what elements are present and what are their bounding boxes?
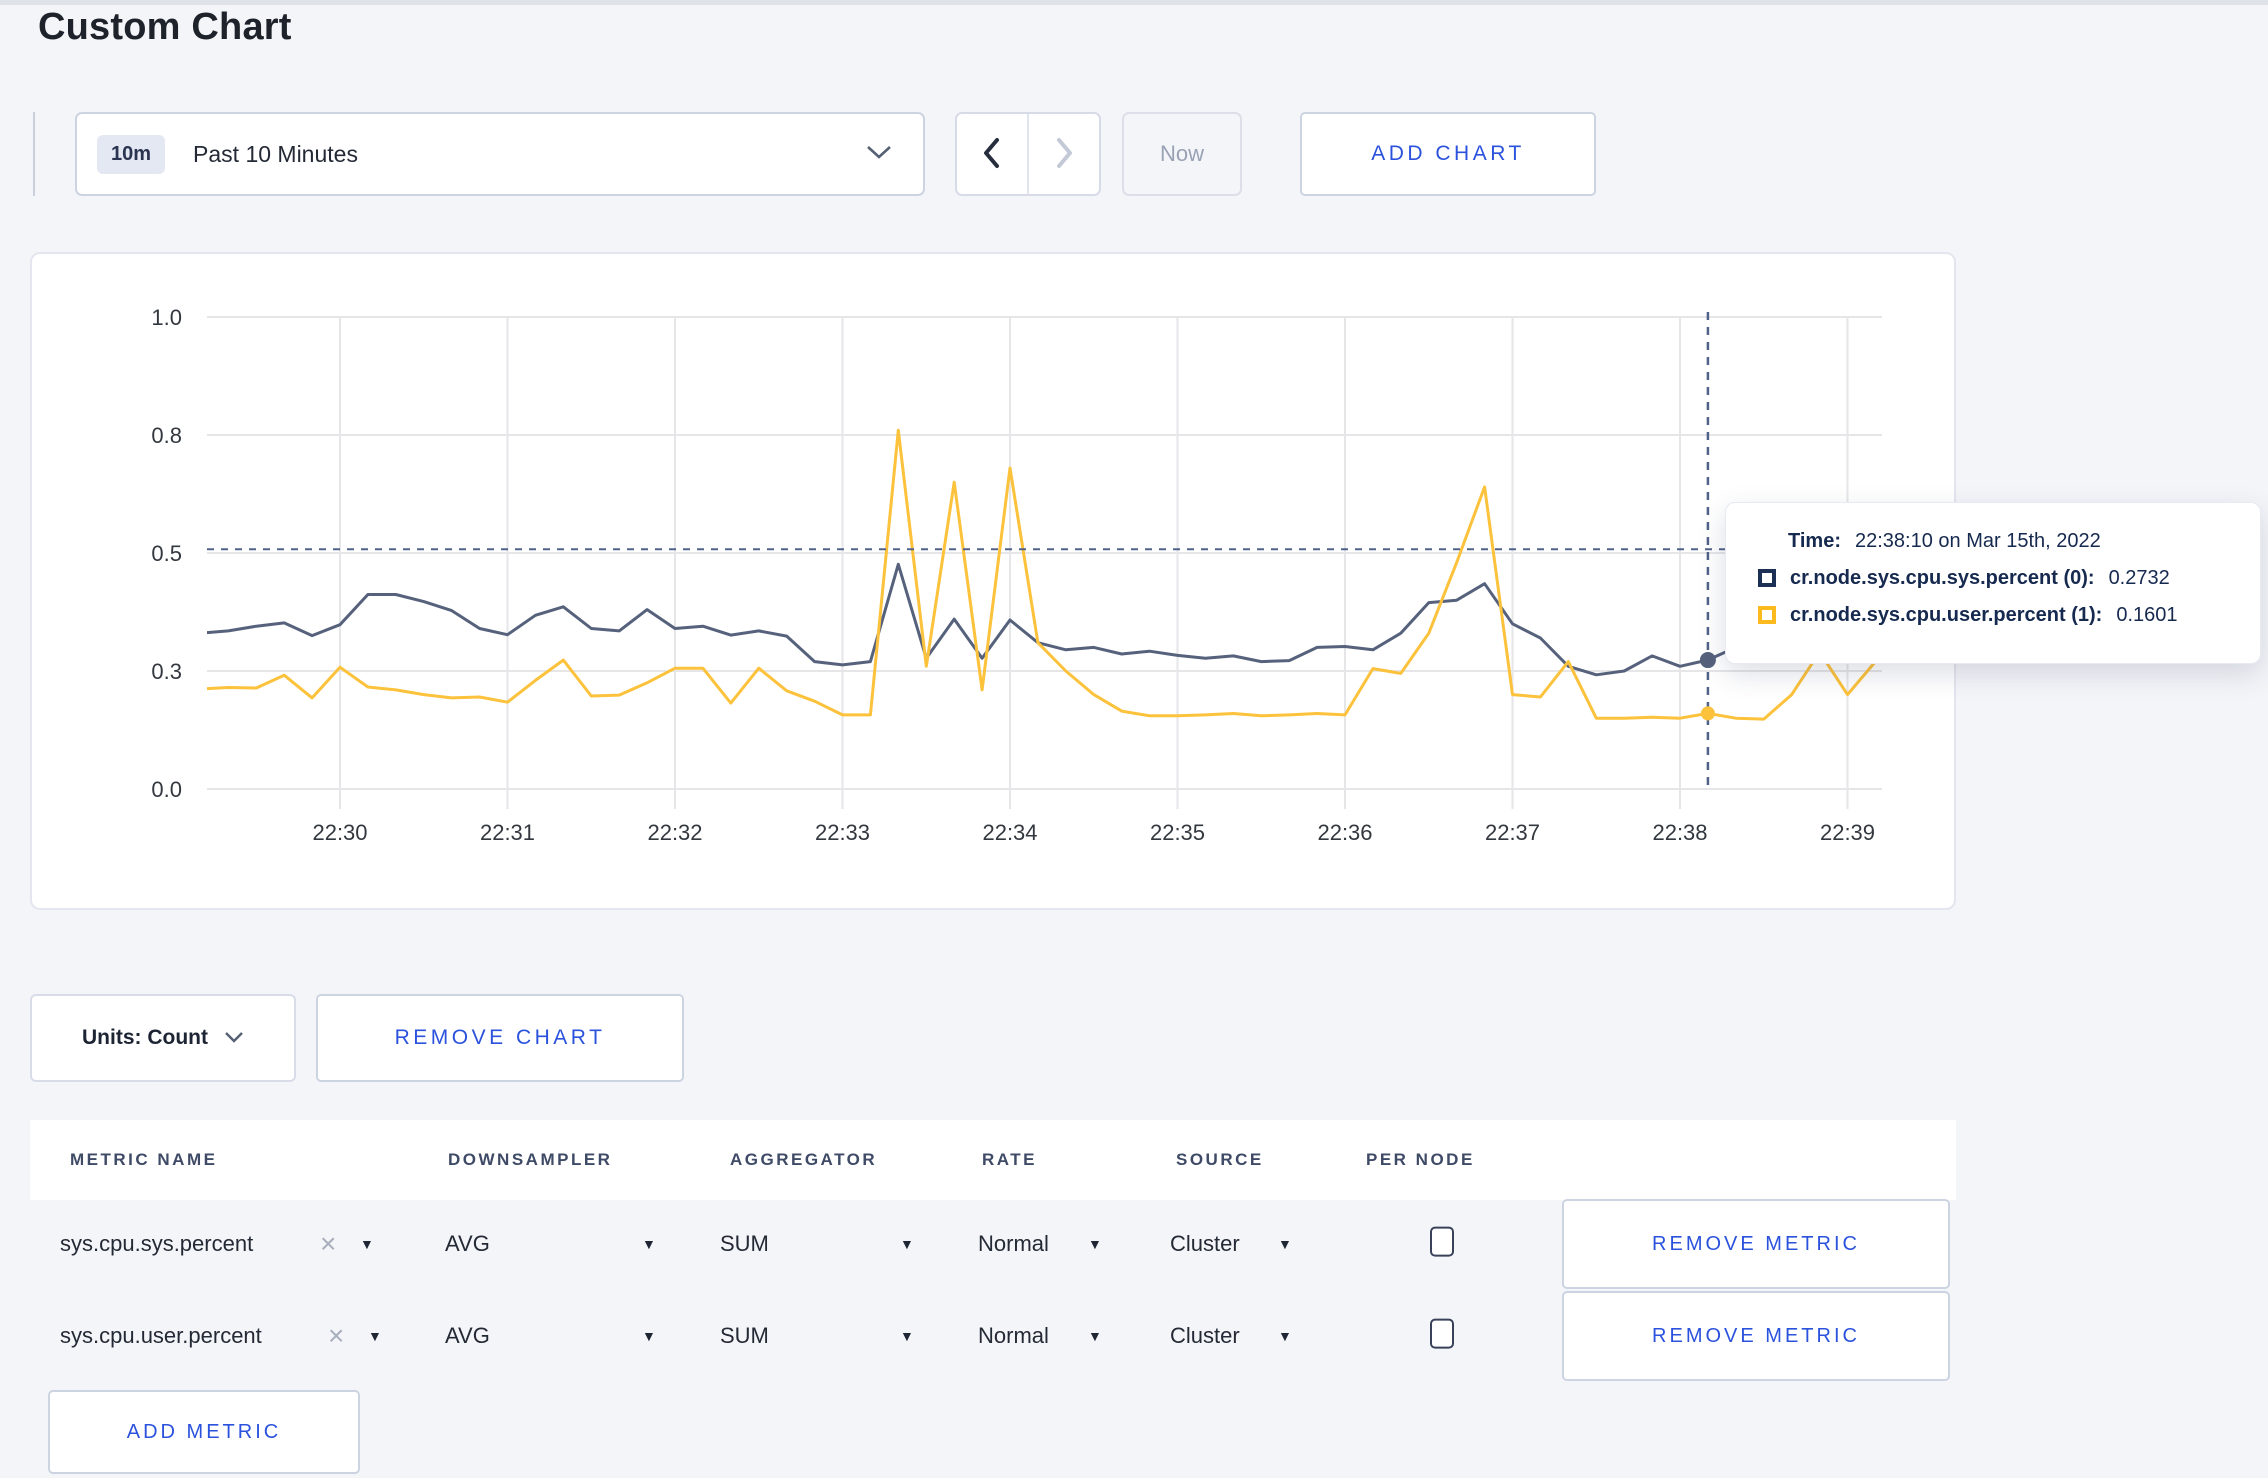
- x-tick-label: 22:32: [647, 820, 702, 845]
- x-tick-label: 22:33: [815, 820, 870, 845]
- add-chart-button[interactable]: ADD CHART: [1300, 112, 1596, 196]
- units-select[interactable]: Units: Count: [30, 994, 296, 1082]
- highlight-dot-0: [1699, 652, 1716, 669]
- time-window-label: Past 10 Minutes: [193, 140, 358, 167]
- y-tick-label: 0.8: [151, 423, 182, 448]
- aggregator-select[interactable]: SUM: [720, 1231, 769, 1257]
- chart-card: 0.0 0.3 0.5 0.8 1.0 22:30 22:31 22:32 22:33 22:34…: [30, 252, 1956, 910]
- dropdown-arrow-icon: ▼: [360, 1236, 374, 1252]
- time-forward-button[interactable]: [1027, 114, 1099, 194]
- y-tick-label: 0.5: [151, 541, 182, 566]
- remove-metric-button[interactable]: REMOVE METRIC: [1562, 1291, 1950, 1381]
- per-node-checkbox[interactable]: [1430, 1318, 1454, 1349]
- x-tick-label: 22:34: [982, 820, 1037, 845]
- remove-metric-button[interactable]: REMOVE METRIC: [1562, 1199, 1950, 1289]
- chevron-down-icon: [224, 1026, 244, 1050]
- chevron-down-icon: [865, 143, 893, 166]
- toolbar-divider: [33, 112, 35, 196]
- remove-chart-button[interactable]: REMOVE CHART: [316, 994, 684, 1082]
- tooltip-time-label: Time:: [1788, 530, 1841, 552]
- x-tick-label: 22:31: [480, 820, 535, 845]
- downsampler-select[interactable]: AVG: [445, 1231, 490, 1257]
- col-header-downsampler: DOWNSAMPLER: [448, 1150, 613, 1169]
- source-select[interactable]: Cluster: [1170, 1323, 1240, 1349]
- dropdown-arrow-icon: ▼: [642, 1236, 656, 1252]
- chevron-left-icon: [980, 136, 1004, 173]
- tooltip-time-row: Time: 22:38:10 on Mar 15th, 2022: [1758, 529, 2230, 553]
- user-series-swatch-icon: [1758, 606, 1776, 624]
- metric-row: sys.cpu.sys.percent × ▼ AVG ▼ SUM ▼ Norm…: [30, 1198, 1956, 1290]
- page-title: Custom Chart: [38, 6, 292, 48]
- per-node-checkbox[interactable]: [1430, 1226, 1454, 1257]
- chart-tooltip: Time: 22:38:10 on Mar 15th, 2022 cr.node…: [1725, 502, 2261, 664]
- tooltip-time-value: 22:38:10 on Mar 15th, 2022: [1854, 530, 2101, 552]
- time-backward-button[interactable]: [957, 114, 1027, 194]
- dropdown-arrow-icon: ▼: [1278, 1328, 1292, 1344]
- y-tick-label: 0.3: [151, 659, 182, 684]
- time-window-select[interactable]: 10m Past 10 Minutes: [75, 112, 925, 196]
- tooltip-series-value: 0.2732: [2108, 567, 2170, 589]
- add-metric-button[interactable]: ADD METRIC: [48, 1390, 360, 1474]
- highlight-dot-1: [1700, 706, 1715, 721]
- rate-select[interactable]: Normal: [978, 1323, 1049, 1349]
- line-chart[interactable]: 0.0 0.3 0.5 0.8 1.0 22:30 22:31 22:32 22:33 22:34…: [32, 254, 1954, 908]
- x-tick-label: 22:35: [1150, 820, 1205, 845]
- col-header-source: SOURCE: [1176, 1150, 1264, 1169]
- dropdown-arrow-icon: ▼: [1088, 1328, 1102, 1344]
- series-line-1: [207, 428, 1877, 721]
- series-group: [207, 428, 1877, 721]
- custom-chart-page: Custom Chart 10m Past 10 Minutes Now ADD…: [0, 0, 2268, 1478]
- metric-name-select[interactable]: sys.cpu.sys.percent: [60, 1231, 253, 1257]
- x-tick-label: 22:36: [1317, 820, 1372, 845]
- now-button[interactable]: Now: [1122, 112, 1242, 196]
- rate-select[interactable]: Normal: [978, 1231, 1049, 1257]
- metric-row: sys.cpu.user.percent × ▼ AVG ▼ SUM ▼ Nor…: [30, 1290, 1956, 1382]
- dropdown-arrow-icon: ▼: [1088, 1236, 1102, 1252]
- tooltip-series-row: cr.node.sys.cpu.sys.percent (0): 0.2732: [1758, 566, 2230, 590]
- top-hairline: [0, 0, 2268, 5]
- dropdown-arrow-icon: ▼: [368, 1328, 382, 1344]
- units-label: Units: Count: [82, 1026, 208, 1049]
- x-tick-label: 22:30: [312, 820, 367, 845]
- series-line-0: [207, 562, 1877, 677]
- x-tick-label: 22:39: [1820, 820, 1875, 845]
- col-header-rate: RATE: [982, 1150, 1038, 1169]
- clear-metric-icon[interactable]: ×: [328, 1320, 344, 1352]
- x-tick-label: 22:38: [1652, 820, 1707, 845]
- col-header-metric-name: METRIC NAME: [70, 1150, 218, 1169]
- clear-metric-icon[interactable]: ×: [320, 1228, 336, 1260]
- tooltip-series-row: cr.node.sys.cpu.user.percent (1): 0.1601: [1758, 603, 2230, 627]
- tooltip-series-label: cr.node.sys.cpu.sys.percent (0):: [1790, 567, 2095, 589]
- y-tick-label: 0.0: [151, 777, 182, 802]
- x-tick-label: 22:37: [1485, 820, 1540, 845]
- dropdown-arrow-icon: ▼: [1278, 1236, 1292, 1252]
- col-header-per-node: PER NODE: [1366, 1150, 1475, 1169]
- aggregator-select[interactable]: SUM: [720, 1323, 769, 1349]
- time-window-badge: 10m: [97, 134, 166, 174]
- sys-series-swatch-icon: [1758, 569, 1776, 587]
- tooltip-series-label: cr.node.sys.cpu.user.percent (1):: [1790, 604, 2103, 626]
- source-select[interactable]: Cluster: [1170, 1231, 1240, 1257]
- metric-name-select[interactable]: sys.cpu.user.percent: [60, 1323, 262, 1349]
- dropdown-arrow-icon: ▼: [900, 1328, 914, 1344]
- y-tick-label: 1.0: [151, 305, 182, 330]
- dropdown-arrow-icon: ▼: [900, 1236, 914, 1252]
- dropdown-arrow-icon: ▼: [642, 1328, 656, 1344]
- tooltip-series-value: 0.1601: [2116, 604, 2178, 626]
- downsampler-select[interactable]: AVG: [445, 1323, 490, 1349]
- col-header-aggregator: AGGREGATOR: [730, 1150, 878, 1169]
- time-pager: [955, 112, 1101, 196]
- metrics-table-header: METRIC NAME DOWNSAMPLER AGGREGATOR RATE …: [30, 1120, 1956, 1200]
- chevron-right-icon: [1052, 136, 1076, 173]
